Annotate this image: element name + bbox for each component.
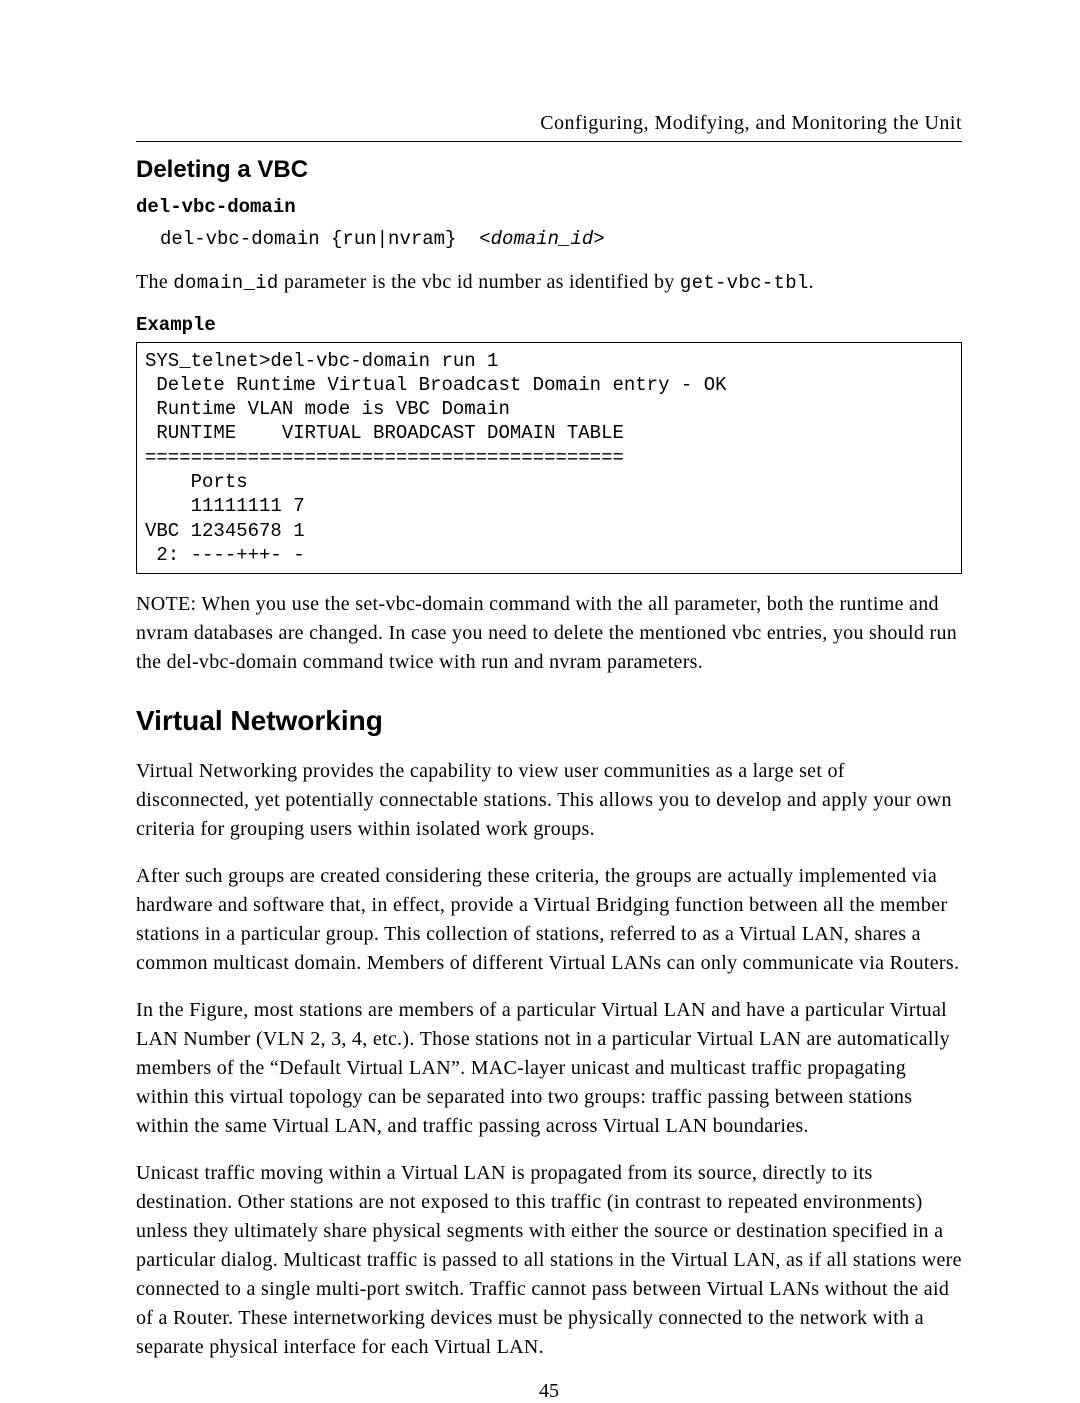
example-code-block: SYS_telnet>del-vbc-domain run 1 Delete R… xyxy=(136,342,962,575)
page-number: 45 xyxy=(136,1380,962,1403)
virtual-networking-body: Virtual Networking provides the capabili… xyxy=(136,757,962,1362)
desc-code-domain-id: domain_id xyxy=(173,272,278,294)
syntax-suffix: > xyxy=(593,228,604,250)
note-paragraph: NOTE: When you use the set-vbc-domain co… xyxy=(136,590,962,677)
heading-deleting-vbc: Deleting a VBC xyxy=(136,156,962,184)
running-header: Configuring, Modifying, and Monitoring t… xyxy=(136,112,962,142)
desc-code-get-vbc-tbl: get-vbc-tbl xyxy=(680,272,809,294)
heading-virtual-networking: Virtual Networking xyxy=(136,705,962,737)
vn-paragraph-4: Unicast traffic moving within a Virtual … xyxy=(136,1159,962,1362)
desc-text-pre: The xyxy=(136,271,173,293)
example-label: Example xyxy=(136,314,962,336)
syntax-variable: domain_id xyxy=(491,228,594,250)
vn-paragraph-2: After such groups are created considerin… xyxy=(136,862,962,978)
param-description: The domain_id parameter is the vbc id nu… xyxy=(136,268,962,298)
desc-text-post: . xyxy=(809,271,814,293)
vn-paragraph-1: Virtual Networking provides the capabili… xyxy=(136,757,962,844)
page-container: Configuring, Modifying, and Monitoring t… xyxy=(0,0,1080,1403)
vn-paragraph-3: In the Figure, most stations are members… xyxy=(136,996,962,1141)
heading-del-vbc-domain: del-vbc-domain xyxy=(136,196,962,218)
command-syntax: del-vbc-domain {run|nvram} <domain_id> xyxy=(160,228,962,250)
desc-text-mid: parameter is the vbc id number as identi… xyxy=(279,271,680,293)
syntax-prefix: del-vbc-domain {run|nvram} < xyxy=(160,228,491,250)
